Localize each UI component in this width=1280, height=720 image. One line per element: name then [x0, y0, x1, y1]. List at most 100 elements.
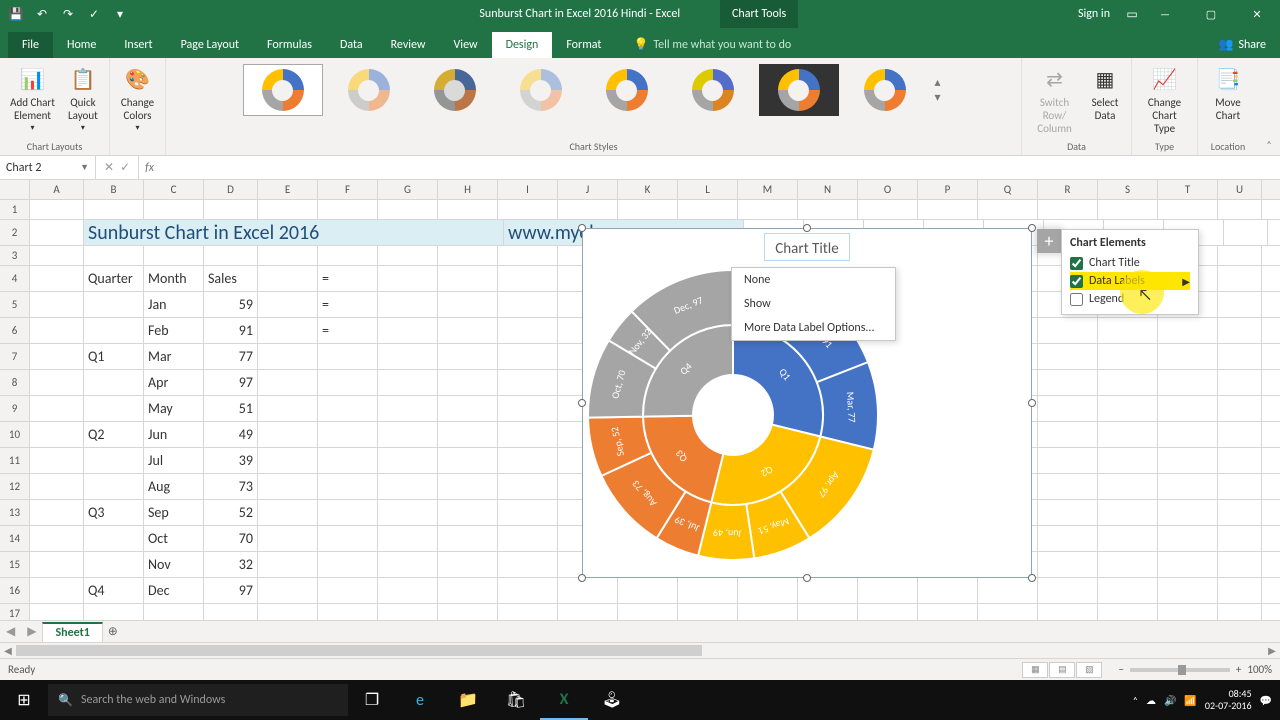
cell-R6[interactable]	[1038, 318, 1098, 343]
fx-icon[interactable]: fx	[139, 161, 160, 175]
cell-R7[interactable]	[1038, 344, 1098, 369]
cell-F7[interactable]	[318, 344, 378, 369]
cell-Q17[interactable]	[978, 604, 1038, 620]
chart-title-checkbox[interactable]: Chart Title	[1070, 254, 1190, 272]
notifications-icon[interactable]: 💬	[1260, 694, 1272, 707]
cell-M17[interactable]	[738, 604, 798, 620]
cell-H9[interactable]	[438, 396, 498, 421]
chart-style-2[interactable]	[329, 64, 409, 116]
cell-E3[interactable]	[258, 246, 318, 265]
save-icon[interactable]: 💾	[6, 4, 26, 24]
chart-style-6[interactable]	[673, 64, 753, 116]
col-header-T[interactable]: T	[1158, 180, 1218, 199]
cell-B8[interactable]	[84, 370, 144, 395]
data-labels-checkbox[interactable]: Data Labels ▶	[1070, 272, 1190, 290]
cell-T14[interactable]	[1158, 526, 1218, 551]
view-normal-icon[interactable]: ▦	[1022, 662, 1048, 678]
cell-C4[interactable]: Month	[144, 266, 204, 291]
row-header-10[interactable]: 10	[0, 422, 30, 447]
resize-handle[interactable]	[1028, 224, 1036, 232]
col-header-E[interactable]: E	[258, 180, 318, 199]
cell-T16[interactable]	[1158, 578, 1218, 603]
select-data-button[interactable]: ▦ Select Data	[1085, 62, 1125, 137]
cell-B11[interactable]	[84, 448, 144, 473]
cell-S11[interactable]	[1098, 448, 1158, 473]
scroll-thumb[interactable]	[16, 645, 702, 656]
volume-icon[interactable]: 🔊	[1164, 694, 1176, 707]
cell-M16[interactable]	[738, 578, 798, 603]
scroll-left-icon[interactable]: ◀	[0, 643, 16, 658]
resize-handle[interactable]	[803, 574, 811, 582]
cell-F8[interactable]	[318, 370, 378, 395]
cell-U9[interactable]	[1218, 396, 1262, 421]
cell-A10[interactable]	[30, 422, 84, 447]
cell-R14[interactable]	[1038, 526, 1098, 551]
cell-D6[interactable]: 91	[204, 318, 258, 343]
cell-F11[interactable]	[318, 448, 378, 473]
cancel-formula-icon[interactable]: ✕	[104, 160, 114, 175]
cell-C1[interactable]	[144, 200, 204, 219]
col-header-Q[interactable]: Q	[978, 180, 1038, 199]
row-header-14[interactable]: 14	[0, 526, 30, 551]
cell-G13[interactable]	[378, 500, 438, 525]
chevron-right-icon[interactable]: ▶	[1182, 275, 1190, 288]
cell-I13[interactable]	[498, 500, 558, 525]
cell-U17[interactable]	[1218, 604, 1262, 620]
cell-I6[interactable]	[498, 318, 558, 343]
cell-U7[interactable]	[1218, 344, 1262, 369]
cell-K17[interactable]	[618, 604, 678, 620]
view-page-layout-icon[interactable]: ▤	[1049, 662, 1075, 678]
select-all[interactable]	[0, 180, 30, 199]
cell-L17[interactable]	[678, 604, 738, 620]
minimize-button[interactable]: —	[1142, 0, 1188, 28]
cell-R11[interactable]	[1038, 448, 1098, 473]
cell-R1[interactable]	[1038, 200, 1098, 219]
cell-T9[interactable]	[1158, 396, 1218, 421]
cell-A8[interactable]	[30, 370, 84, 395]
undo-icon[interactable]: ↶	[32, 4, 52, 24]
tab-formulas[interactable]: Formulas	[253, 32, 326, 58]
col-header-C[interactable]: C	[144, 180, 204, 199]
worksheet-grid[interactable]: ABCDEFGHIJKLMNOPQRSTU 12Sunburst Chart i…	[0, 180, 1280, 620]
cell-P17[interactable]	[918, 604, 978, 620]
onedrive-icon[interactable]: ☁	[1146, 694, 1156, 707]
resize-handle[interactable]	[578, 399, 586, 407]
cell-H5[interactable]	[438, 292, 498, 317]
add-chart-element-button[interactable]: 📊 Add Chart Element ▾	[6, 62, 59, 137]
cell-D13[interactable]: 52	[204, 500, 258, 525]
data-labels-show[interactable]: Show	[732, 292, 895, 316]
cell-I14[interactable]	[498, 526, 558, 551]
zoom-slider[interactable]	[1130, 668, 1230, 672]
cell-J1[interactable]	[558, 200, 618, 219]
cell-I8[interactable]	[498, 370, 558, 395]
cell-A11[interactable]	[30, 448, 84, 473]
cell-E1[interactable]	[258, 200, 318, 219]
cell-G5[interactable]	[378, 292, 438, 317]
cell-U3[interactable]	[1218, 246, 1262, 265]
cell-I7[interactable]	[498, 344, 558, 369]
tray-chevron-icon[interactable]: ˄	[1133, 694, 1138, 707]
cell-U4[interactable]	[1218, 266, 1262, 291]
cell-F17[interactable]	[318, 604, 378, 620]
cell-R17[interactable]	[1038, 604, 1098, 620]
cell-F6[interactable]: =	[318, 318, 378, 343]
cell-F4[interactable]: =	[318, 266, 378, 291]
name-box[interactable]: Chart 2 ▼	[0, 156, 96, 179]
cell-H7[interactable]	[438, 344, 498, 369]
cell-O1[interactable]	[858, 200, 918, 219]
cell-D3[interactable]	[204, 246, 258, 265]
cell-T12[interactable]	[1158, 474, 1218, 499]
cell-B12[interactable]	[84, 474, 144, 499]
cell-B10[interactable]: Q2	[84, 422, 144, 447]
cell-A16[interactable]	[30, 578, 84, 603]
cell-H1[interactable]	[438, 200, 498, 219]
cell-A6[interactable]	[30, 318, 84, 343]
cell-N17[interactable]	[798, 604, 858, 620]
tab-design[interactable]: Design	[492, 32, 553, 58]
cell-B14[interactable]	[84, 526, 144, 551]
cell-S6[interactable]	[1098, 318, 1158, 343]
col-header-S[interactable]: S	[1098, 180, 1158, 199]
quick-layout-button[interactable]: 📋 Quick Layout ▾	[63, 62, 103, 137]
sign-in-link[interactable]: Sign in	[1066, 7, 1122, 21]
cell-E15[interactable]	[258, 552, 318, 577]
